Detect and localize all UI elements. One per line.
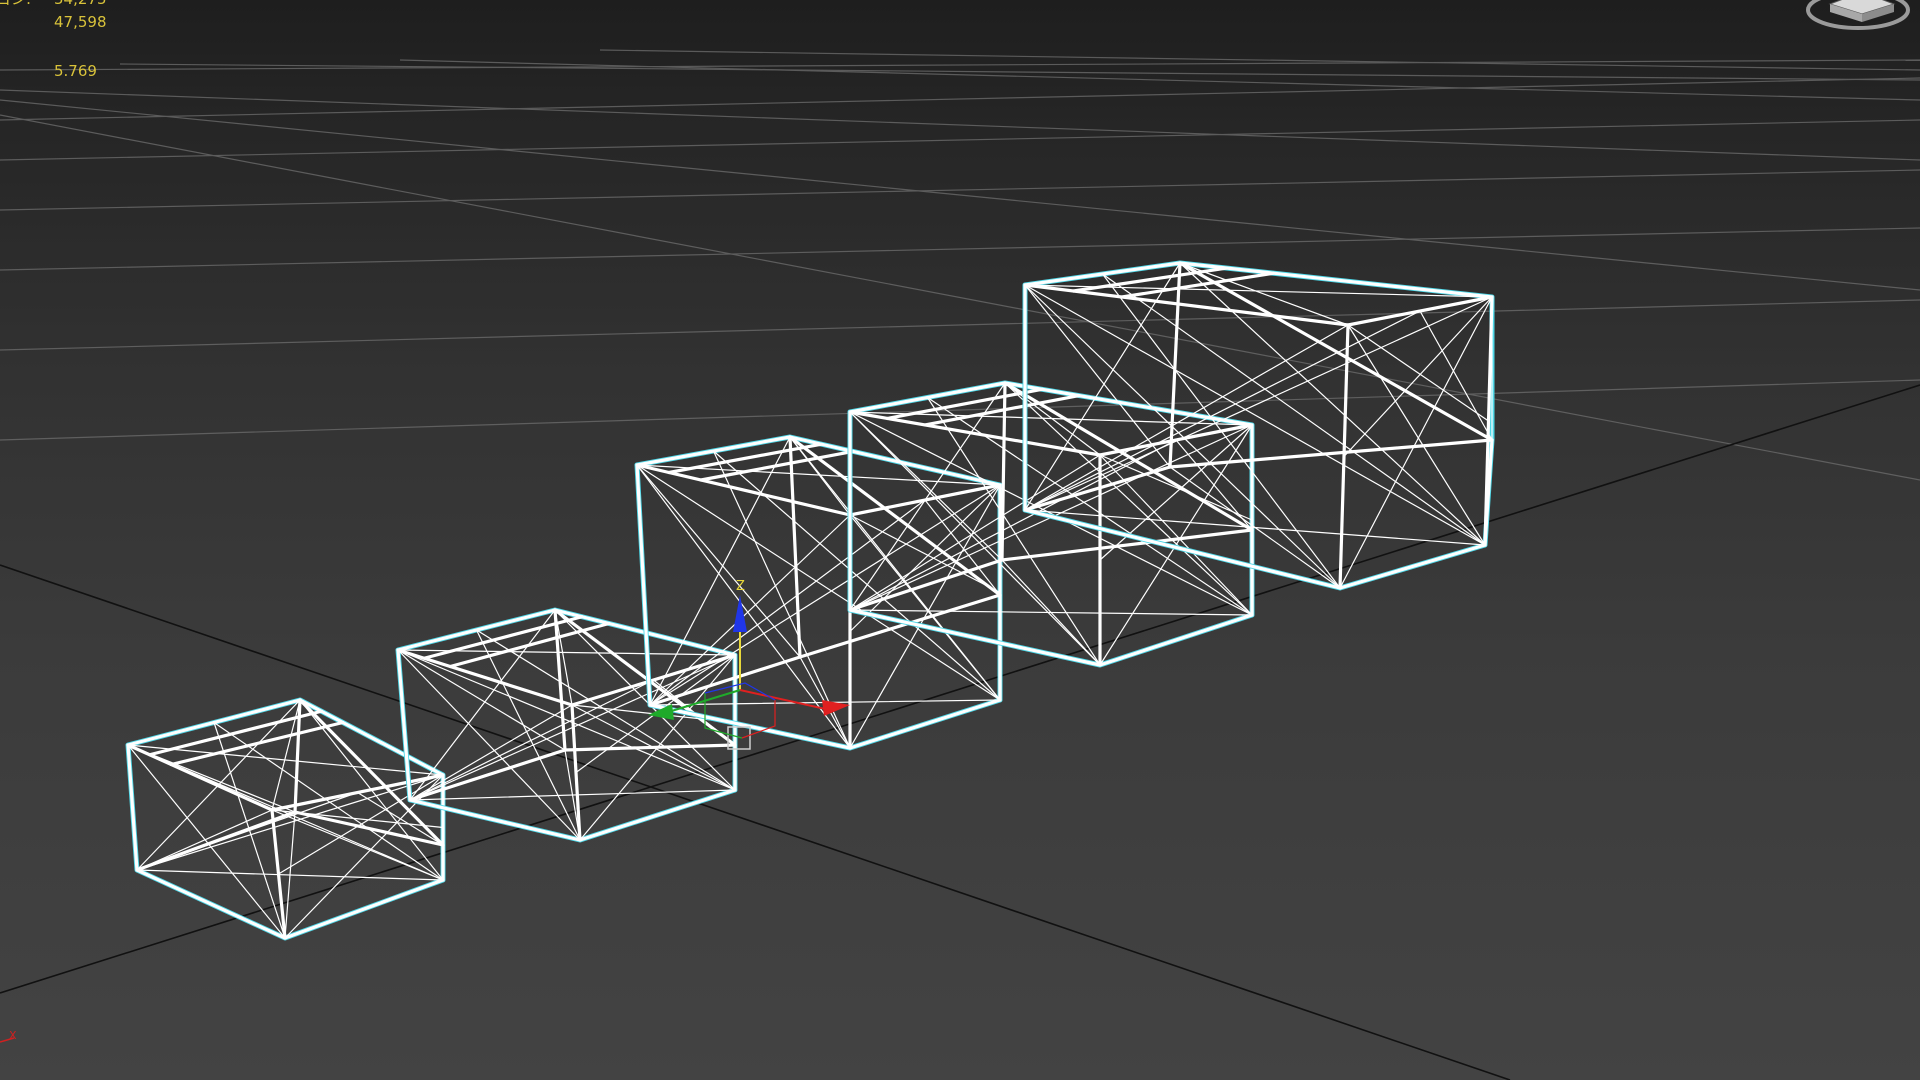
stat-verts: :47,598 xyxy=(0,13,107,31)
gizmo-z-label: Z xyxy=(736,579,745,594)
stat-polys-value: 54,275 xyxy=(54,0,107,8)
box-5[interactable] xyxy=(1022,260,1495,591)
box-2[interactable] xyxy=(395,607,738,843)
world-axis-lines xyxy=(0,384,1920,1080)
box-4[interactable] xyxy=(847,380,1255,668)
stat-polys: ゴン: 54,275 xyxy=(0,0,107,8)
scene-canvas[interactable]: Z xyxy=(0,0,1920,1080)
gizmo-x-axis[interactable] xyxy=(739,689,831,711)
stat-fps: 5.769 xyxy=(0,62,97,80)
box-3[interactable] xyxy=(634,434,1003,751)
gizmo-z-arrow[interactable] xyxy=(733,595,747,632)
viewcube-icon[interactable] xyxy=(1802,0,1912,32)
corner-axis-icon: X xyxy=(0,1029,17,1043)
stat-fps-value: 5.769 xyxy=(54,62,97,80)
stat-verts-value: 47,598 xyxy=(54,13,107,31)
perspective-viewport[interactable]: Z ゴン: 54,275 :47,598 5.769 X xyxy=(0,0,1920,1080)
stat-verts-label: : xyxy=(0,13,40,31)
corner-axis-x-label: X xyxy=(9,1029,17,1042)
box-group[interactable] xyxy=(125,260,1495,941)
stat-polys-label: ゴン: xyxy=(0,0,40,8)
